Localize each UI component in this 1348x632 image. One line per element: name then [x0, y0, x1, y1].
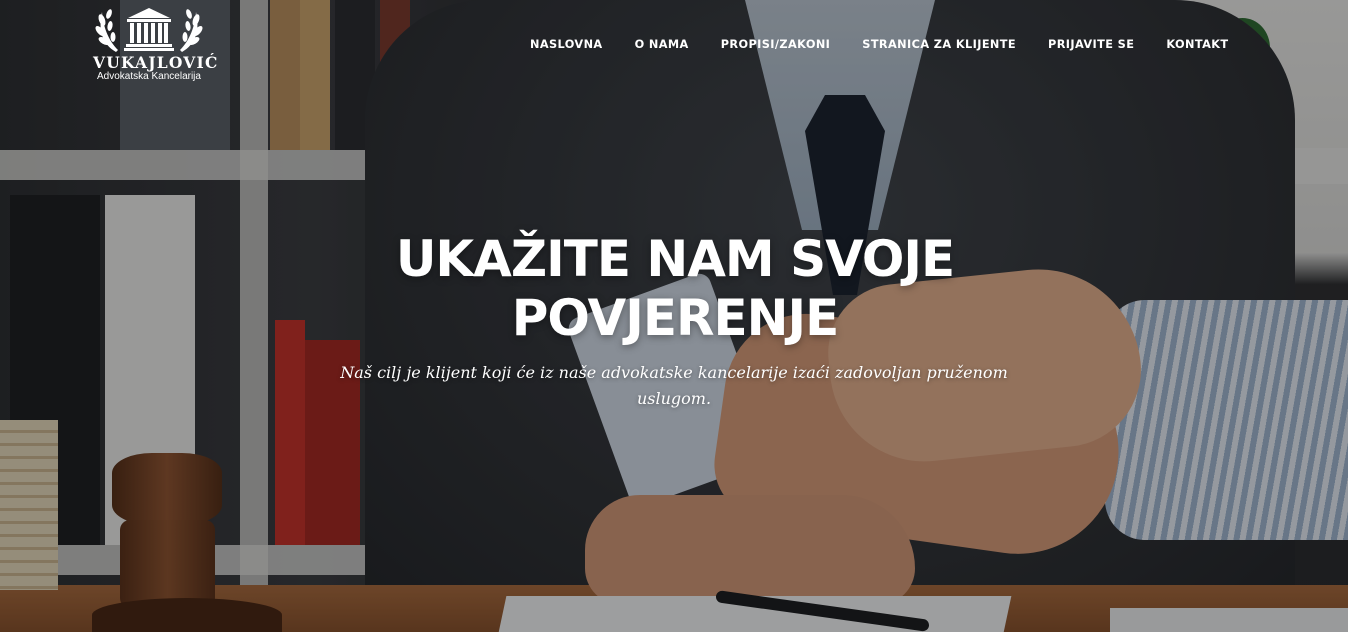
hero-title: UKAŽITE NAM SVOJE POVJERENJE: [250, 230, 1100, 348]
nav-item-naslovna[interactable]: NASLOVNA: [530, 37, 603, 53]
nav-item-o-nama[interactable]: O NAMA: [635, 37, 689, 53]
main-navigation: NASLOVNA O NAMA PROPISI/ZAKONI STRANICA …: [530, 37, 1228, 53]
site-logo[interactable]: VUKAJLOVIĆ Advokatska Kancelarija: [93, 6, 219, 83]
nav-item-propisi-zakoni[interactable]: PROPISI/ZAKONI: [721, 37, 831, 53]
hero-title-line-2: POVJERENJE: [511, 289, 840, 347]
courthouse-laurel-icon: [95, 8, 203, 52]
nav-item-stranica-za-klijente[interactable]: STRANICA ZA KLIJENTE: [862, 37, 1016, 53]
nav-item-prijavite-se[interactable]: PRIJAVITE SE: [1048, 37, 1134, 53]
hero-title-line-1: UKAŽITE NAM SVOJE: [395, 230, 955, 288]
brand-tagline: Advokatska Kancelarija: [97, 71, 201, 82]
nav-item-kontakt[interactable]: KONTAKT: [1166, 37, 1228, 53]
brand-name: VUKAJLOVIĆ: [93, 53, 219, 72]
hero-subtitle: Naš cilj je klijent koji će iz naše advo…: [340, 363, 1008, 408]
